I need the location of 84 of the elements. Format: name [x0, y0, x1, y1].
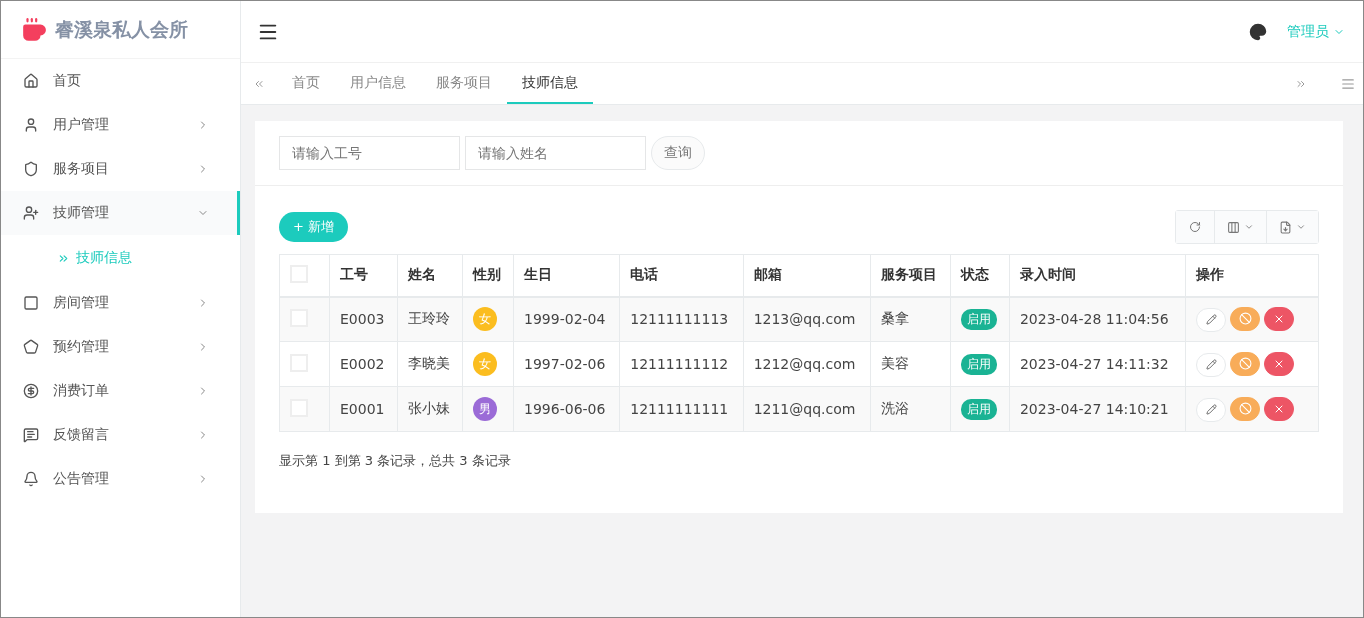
table-cell: 2023-04-27 14:10:21 [1009, 386, 1186, 432]
bell-icon [23, 471, 39, 487]
palette-icon[interactable] [1249, 22, 1267, 41]
export-button[interactable] [1266, 211, 1318, 243]
delete-button[interactable] [1264, 307, 1294, 332]
column-header: 工号 [329, 254, 398, 297]
sidebar-item[interactable]: 技师管理 [1, 191, 240, 235]
column-header: 邮箱 [743, 254, 871, 297]
table-cell: E0001 [329, 386, 398, 432]
ban-icon [1238, 402, 1252, 415]
disable-button[interactable] [1230, 396, 1260, 421]
edit-button[interactable] [1196, 352, 1226, 377]
close-icon [1273, 403, 1285, 415]
column-header: 电话 [619, 254, 744, 297]
status-badge: 启用 [960, 398, 997, 420]
column-header: 性别 [462, 254, 514, 297]
table-cell: 12111111111 [619, 386, 744, 432]
delete-button[interactable] [1264, 352, 1294, 376]
table-cell: 1999-02-04 [513, 296, 620, 342]
search-button[interactable]: 查询 [651, 136, 705, 170]
pencil-icon [1205, 404, 1217, 415]
status-badge: 启用 [960, 308, 997, 330]
tab[interactable]: 技师信息 [507, 63, 593, 104]
square-icon [23, 295, 39, 311]
tab[interactable]: 用户信息 [335, 63, 421, 104]
ban-icon [1238, 357, 1252, 370]
column-header: 服务项目 [870, 254, 951, 297]
table-cell: 12111111113 [619, 296, 744, 342]
table-cell: 张小妹 [397, 386, 463, 432]
tab[interactable]: 首页 [277, 63, 335, 104]
refresh-icon [1189, 221, 1201, 233]
table-cell: 1212@qq.com [743, 341, 871, 387]
column-header: 生日 [513, 254, 620, 297]
column-header: 姓名 [397, 254, 463, 297]
columns-icon [1227, 220, 1240, 234]
coffee-cup-icon [21, 16, 47, 43]
message-icon [23, 427, 39, 443]
table-cell: 1996-06-06 [513, 386, 620, 432]
column-header: 录入时间 [1009, 254, 1186, 297]
file-download-icon [1279, 220, 1292, 234]
table-cell: 李晓美 [397, 341, 463, 387]
refresh-button[interactable] [1176, 211, 1214, 243]
caret-icon [1296, 222, 1306, 232]
table-cell: 1213@qq.com [743, 296, 871, 342]
table-cell: 1997-02-06 [513, 341, 620, 387]
tab[interactable]: 服务项目 [421, 63, 507, 104]
disable-button[interactable] [1230, 351, 1260, 376]
table-cell: E0003 [329, 296, 398, 342]
tab-menu-icon[interactable] [1341, 76, 1355, 91]
pagination-info: 显示第 1 到第 3 条记录，总共 3 条记录 [278, 452, 512, 470]
gender-badge: 女 [473, 352, 498, 376]
ban-icon [1238, 312, 1252, 326]
table-cell: 2023-04-28 11:04:56 [1009, 296, 1186, 342]
table-cell: 洗浴 [870, 386, 951, 432]
user-plus-icon [23, 205, 39, 221]
pencil-icon [1205, 314, 1217, 326]
column-header: 状态 [950, 254, 1010, 297]
edit-button[interactable] [1196, 307, 1226, 332]
shield-icon [23, 161, 39, 177]
pencil-icon [1205, 359, 1217, 370]
gender-badge: 女 [473, 307, 498, 332]
table-cell: 1211@qq.com [743, 386, 871, 432]
input-field[interactable]: 请输入姓名 [465, 136, 646, 170]
table-cell: 12111111112 [619, 341, 744, 387]
dollar-coin-icon [23, 383, 39, 399]
pentagon-icon [23, 339, 39, 355]
table-cell: 2023-04-27 14:11:32 [1009, 341, 1186, 387]
columns-button[interactable] [1214, 211, 1266, 243]
table-cell: 美容 [870, 341, 951, 387]
disable-button[interactable] [1230, 306, 1260, 331]
home-icon [23, 73, 39, 89]
close-icon [1273, 358, 1285, 370]
table-cell: E0002 [329, 341, 398, 387]
status-badge: 启用 [960, 353, 997, 375]
input-field[interactable]: 请输入工号 [279, 136, 460, 170]
delete-button[interactable] [1264, 397, 1294, 421]
brand-name: 睿溪泉私人会所 [55, 16, 188, 42]
user-icon [23, 117, 39, 133]
table-cell: 桑拿 [870, 296, 951, 342]
caret-icon [1244, 222, 1254, 232]
gender-badge: 男 [473, 397, 498, 421]
table-cell: 王玲玲 [397, 296, 463, 342]
column-header: 操作 [1185, 254, 1319, 297]
edit-button[interactable] [1196, 397, 1226, 422]
